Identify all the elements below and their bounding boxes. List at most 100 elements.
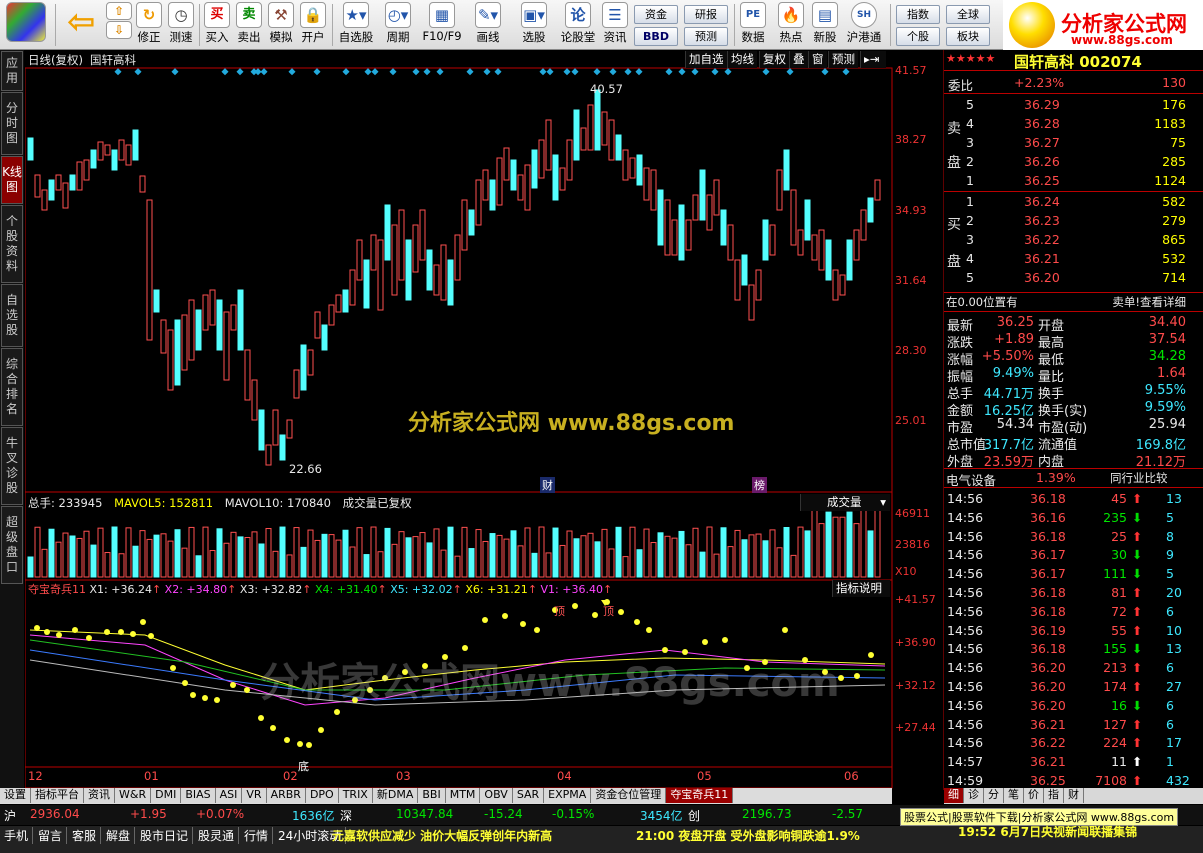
back-button[interactable]: ⇦ bbox=[60, 2, 100, 48]
ask-row[interactable]: 5 36.29 176 bbox=[944, 96, 1186, 114]
add-watchlist-button[interactable]: 加自选 bbox=[685, 51, 727, 68]
open-account-button[interactable]: 🔒 开户 bbox=[299, 2, 327, 48]
bid-row[interactable]: 4 36.21 532 bbox=[944, 250, 1186, 268]
indicator-tab[interactable]: TRIX bbox=[338, 788, 373, 803]
tab-index[interactable]: 指 bbox=[1044, 788, 1064, 803]
indicator-tab[interactable]: OBV bbox=[480, 788, 513, 803]
data-button[interactable]: PE 数据 bbox=[738, 2, 768, 48]
hotspot-button[interactable]: 🔥 热点 bbox=[774, 2, 808, 48]
stock-select-button[interactable]: ▣▾ 选股 bbox=[514, 2, 554, 48]
news-ticker[interactable]: 19:52 6月7日央视新闻联播集锦 bbox=[958, 823, 1137, 840]
status-link[interactable]: 股灵通 bbox=[198, 827, 240, 844]
industry-compare-button[interactable]: 同行业比较 bbox=[1110, 470, 1168, 486]
research-button[interactable]: 研报 bbox=[684, 5, 728, 24]
indicator-tab[interactable]: ASI bbox=[215, 788, 243, 803]
candle-bar bbox=[538, 139, 545, 179]
tab-price[interactable]: 价 bbox=[1024, 788, 1044, 803]
status-link[interactable]: 股市日记 bbox=[140, 827, 194, 844]
candle-bar bbox=[125, 144, 132, 166]
tab-finance[interactable]: 财 bbox=[1064, 788, 1084, 803]
tab-profile[interactable]: 个股资料 bbox=[1, 205, 23, 283]
f10-button[interactable]: ▦ F10/F9 bbox=[420, 2, 464, 48]
candle-bar bbox=[461, 199, 468, 251]
view-detail-link[interactable]: 卖单!查看详细 bbox=[1112, 294, 1186, 310]
indicator-tab[interactable]: DPO bbox=[305, 788, 339, 803]
global-button[interactable]: 全球 bbox=[946, 5, 990, 24]
tab-trade[interactable]: 笔 bbox=[1004, 788, 1024, 803]
tab-detail[interactable]: 细 bbox=[944, 788, 964, 803]
forum-button[interactable]: 论论股堂 bbox=[558, 2, 598, 48]
sector-button[interactable]: 板块 bbox=[946, 27, 990, 46]
bid-row[interactable]: 2 36.23 279 bbox=[944, 212, 1186, 230]
indicator-tab[interactable]: BIAS bbox=[181, 788, 216, 803]
indicator-tab[interactable]: 设置 bbox=[0, 788, 31, 803]
status-link[interactable]: 留言 bbox=[38, 827, 68, 844]
adjust-button[interactable]: 复权 bbox=[759, 51, 789, 68]
ask-row[interactable]: 4 36.28 1183 bbox=[944, 115, 1186, 133]
indicator-tab[interactable]: EXPMA bbox=[544, 788, 592, 803]
nav-up-down[interactable]: ⇧ ⇩ bbox=[106, 2, 132, 48]
forecast-button[interactable]: 预测 bbox=[684, 27, 728, 46]
news-ticker[interactable]: 21:00 夜盘开盘 受外盘影响铜跌逾1.9% bbox=[636, 827, 860, 844]
indicator-tab[interactable]: 夺宝奇兵11 bbox=[666, 788, 734, 803]
tab-apps[interactable]: 应用 bbox=[1, 51, 23, 91]
volume-select[interactable]: 成交量 ▾ bbox=[800, 494, 890, 511]
status-link[interactable]: 解盘 bbox=[106, 827, 136, 844]
tab-minute[interactable]: 分 bbox=[984, 788, 1004, 803]
news-button[interactable]: ☰ 资讯 bbox=[600, 2, 630, 48]
sell-button[interactable]: 卖卖出 bbox=[235, 2, 263, 48]
tab-intraday[interactable]: 分时图 bbox=[1, 92, 23, 155]
period-button[interactable]: ◴▾ 周期 bbox=[380, 2, 416, 48]
indicator-tab[interactable]: VR bbox=[242, 788, 267, 803]
status-link[interactable]: 手机 bbox=[4, 827, 34, 844]
tab-ranking[interactable]: 综合排名 bbox=[1, 348, 23, 426]
simulate-button[interactable]: ⚒ 模拟 bbox=[267, 2, 295, 48]
capital-button[interactable]: 资金 bbox=[634, 5, 678, 24]
indicator-tab[interactable]: MTM bbox=[445, 788, 481, 803]
indicator-tab[interactable]: DMI bbox=[151, 788, 182, 803]
indicator-tab[interactable]: 资金仓位管理 bbox=[591, 788, 667, 803]
window-button[interactable]: 窗 bbox=[808, 51, 827, 68]
app-menu-button[interactable] bbox=[4, 2, 48, 48]
draw-line-button[interactable]: ✎▾ 画线 bbox=[468, 2, 508, 48]
buy-button[interactable]: 买买入 bbox=[203, 2, 231, 48]
ask-row[interactable]: 1 36.25 1124 bbox=[944, 172, 1186, 190]
tab-kline[interactable]: K线图 bbox=[1, 156, 23, 204]
index-button[interactable]: 指数 bbox=[896, 5, 940, 24]
status-link[interactable]: 客服 bbox=[72, 827, 102, 844]
fix-button[interactable]: ↻ 修正 bbox=[134, 2, 164, 48]
indicator-tab[interactable]: BBI bbox=[418, 788, 446, 803]
overlay-button[interactable]: 叠 bbox=[789, 51, 808, 68]
new-stock-button[interactable]: ▤ 新股 bbox=[810, 2, 840, 48]
bid-row[interactable]: 3 36.22 865 bbox=[944, 231, 1186, 249]
ranking-marker[interactable]: 榜 bbox=[752, 477, 767, 493]
tab-super-quote[interactable]: 超级盘口 bbox=[1, 506, 23, 584]
finance-marker[interactable]: 财 bbox=[540, 477, 555, 493]
bid-row[interactable]: 1 36.24 582 bbox=[944, 193, 1186, 211]
bbd-button[interactable]: BBD bbox=[634, 27, 678, 46]
tab-watchlist[interactable]: 自选股 bbox=[1, 284, 23, 347]
signal-diamond-icon bbox=[571, 68, 579, 76]
stock-button[interactable]: 个股 bbox=[896, 27, 940, 46]
status-link[interactable]: 行情 bbox=[244, 827, 274, 844]
hk-connect-button[interactable]: SH 沪港通 bbox=[844, 2, 884, 48]
ask-row[interactable]: 3 36.27 75 bbox=[944, 134, 1186, 152]
indicator-tab[interactable]: 资讯 bbox=[84, 788, 115, 803]
tab-diagnose[interactable]: 诊 bbox=[964, 788, 984, 803]
indicator-tab[interactable]: 指标平台 bbox=[31, 788, 84, 803]
watchlist-button[interactable]: ★▾ 自选股 bbox=[336, 2, 376, 48]
indicator-tab[interactable]: SAR bbox=[512, 788, 545, 803]
indicator-tab[interactable]: 新DMA bbox=[372, 788, 419, 803]
pin-icon[interactable]: ▸⇥ bbox=[860, 51, 886, 68]
indicator-tab[interactable]: ARBR bbox=[266, 788, 306, 803]
indicator-dot bbox=[634, 619, 640, 625]
news-ticker[interactable]: 元嘉软供应减少 油价大幅反弹创年内新高 bbox=[332, 827, 552, 844]
indicator-tab[interactable]: W&R bbox=[115, 788, 152, 803]
ma-button[interactable]: 均线 bbox=[727, 51, 757, 68]
speed-test-button[interactable]: ◷ 测速 bbox=[166, 2, 196, 48]
ask-row[interactable]: 2 36.26 285 bbox=[944, 153, 1186, 171]
indicator-help-button[interactable]: 指标说明 bbox=[832, 580, 890, 597]
tab-diagnosis[interactable]: 牛叉诊股 bbox=[1, 427, 23, 505]
bid-row[interactable]: 5 36.20 714 bbox=[944, 269, 1186, 287]
predict-button[interactable]: 预测 bbox=[828, 51, 858, 68]
